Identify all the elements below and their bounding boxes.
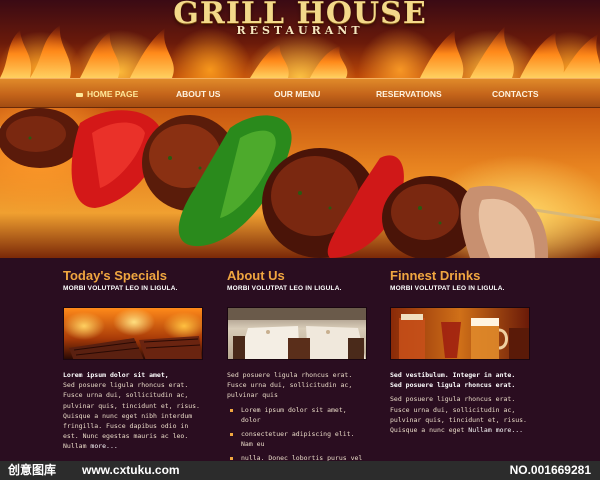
specials-bold-line: Lorem ipsum dolor sit amet, [63,371,169,379]
nav-reservations[interactable]: RESERVATIONS [376,79,442,109]
main-navigation: HOME PAGE ABOUT US OUR MENU RESERVATIONS… [0,78,600,108]
active-bullet-icon [76,92,83,97]
about-column: About Us MORBI VOLUTPAT LEO IN LIGULA. S… [227,268,369,478]
about-bullet-item: Lorem ipsum dolor sit amet, dolor [227,405,369,425]
about-subtitle: MORBI VOLUTPAT LEO IN LIGULA. [227,285,342,292]
nav-about-us[interactable]: ABOUT US [176,79,220,109]
dining-room-image [227,307,367,360]
watermark-brand: 创意图库 [8,463,57,477]
watermark-number: NO.001669281 [509,463,591,477]
about-bullet-item: consectetuer adipiscing elit. Nam eu [227,429,369,449]
drinks-nullam-link[interactable]: Nullam [468,426,491,434]
watermark-bar: 创意图库 www.cxtuku.com NO.001669281 [0,461,600,480]
drinks-column: Finnest Drinks MORBI VOLUTPAT LEO IN LIG… [390,268,532,435]
nav-contacts[interactable]: CONTACTS [492,79,539,109]
drinks-image [390,307,530,360]
specials-text-block: Lorem ipsum dolor sit amet, Sed posuere … [63,370,205,452]
about-title[interactable]: About Us [227,268,369,284]
grill-fire-image [63,307,203,360]
about-text-block: Sed posuere ligula rhoncus erat. Fusce u… [227,370,369,474]
specials-subtitle: MORBI VOLUTPAT LEO IN LIGULA. [63,285,178,292]
logo-subtitle: RESTAURANT [236,24,364,37]
drinks-title[interactable]: Finnest Drinks [390,268,532,284]
drinks-bold-line: Sed posuere ligula rhoncus erat. [390,381,516,390]
drinks-subtitle: MORBI VOLUTPAT LEO IN LIGULA. [390,285,505,292]
nav-home-page[interactable]: HOME PAGE [76,79,138,109]
specials-more-link[interactable]: more... [90,442,117,450]
nav-home-page-label: HOME PAGE [87,89,139,99]
drinks-text-block: Sed vestibulum. Integer in ante. Sed pos… [390,370,532,435]
specials-paragraph: Sed posuere ligula rhoncus erat. Fusce u… [63,381,200,451]
specials-title[interactable]: Today's Specials [63,268,205,284]
specials-column: Today's Specials MORBI VOLUTPAT LEO IN L… [63,268,205,452]
nav-our-menu[interactable]: OUR MENU [274,79,320,109]
hero-kebab-image [0,108,600,258]
watermark-site: www.cxtuku.com [82,463,180,477]
drinks-bold-line: Sed vestibulum. Integer in ante. [390,371,516,379]
site-header: GRILL HOUSE RESTAURANT [0,0,600,78]
drinks-more-link[interactable]: more... [496,426,523,434]
about-paragraph: Sed posuere ligula rhoncus erat. Fusce u… [227,371,353,400]
